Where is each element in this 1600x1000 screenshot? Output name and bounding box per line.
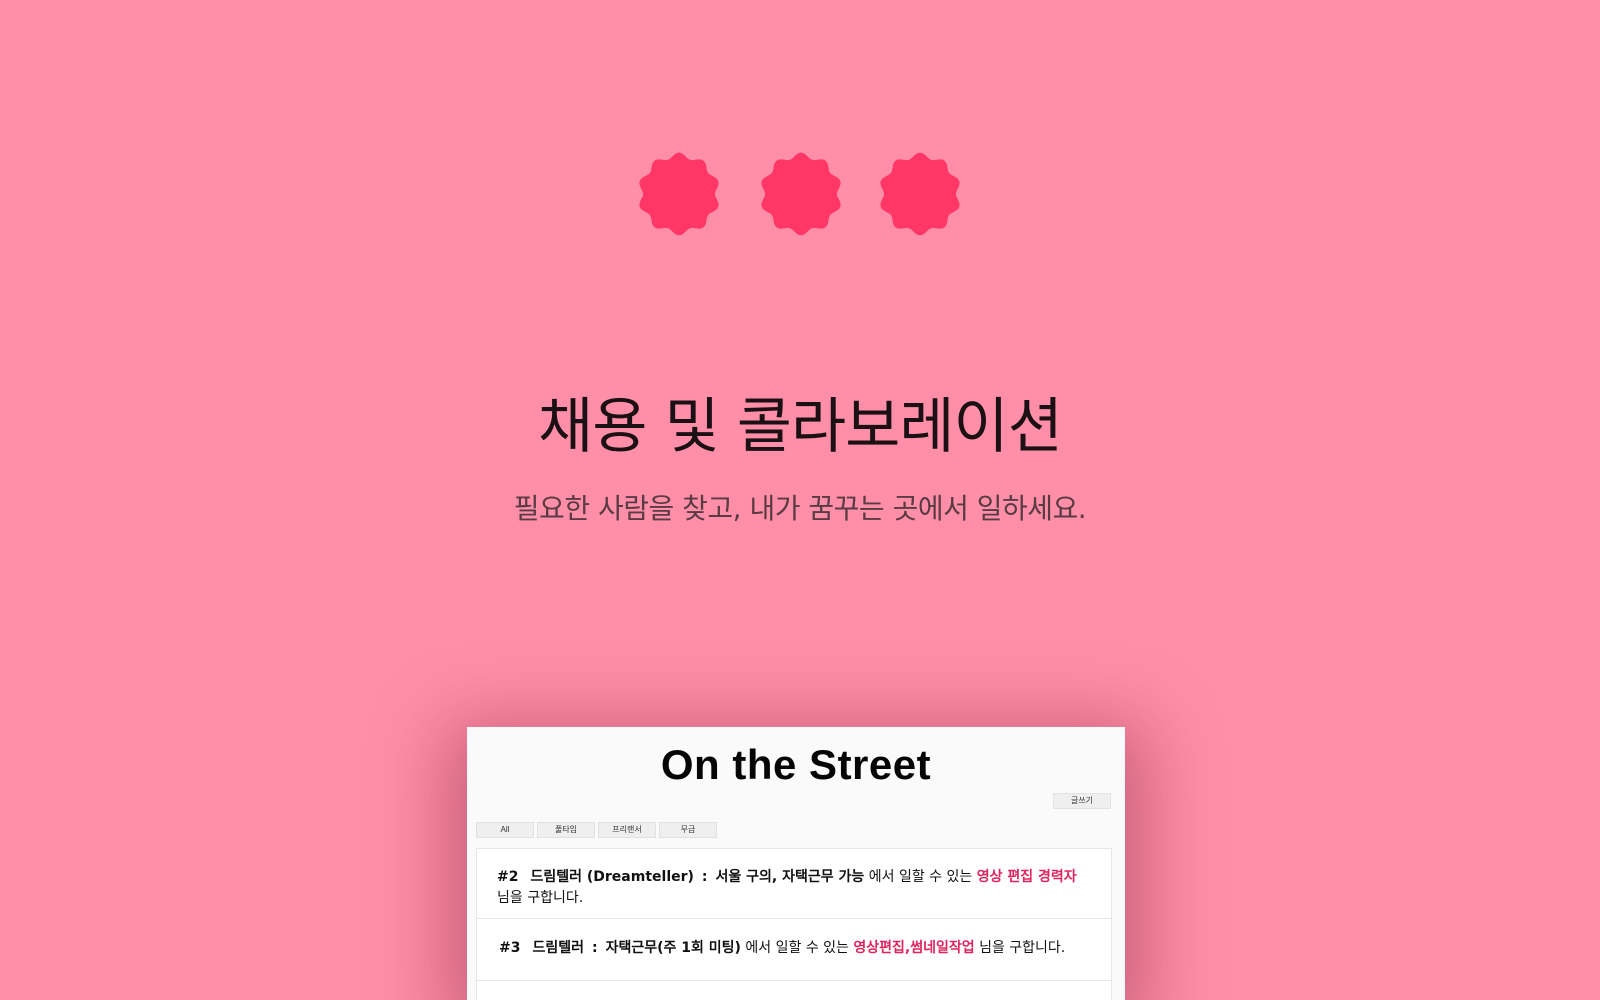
page: 채용 및 콜라보레이션 필요한 사람을 찾고, 내가 꿈꾸는 곳에서 일하세요.… <box>0 0 1600 1000</box>
post-ending-text: 님을 구합니다. <box>497 890 584 906</box>
post-middle-text: 에서 일할 수 있는 <box>740 940 854 956</box>
post-role: 영상편집,썸네일작업 <box>853 940 975 956</box>
filter-tab-all[interactable]: All <box>476 822 534 838</box>
scalloped-badge-icon <box>759 152 843 236</box>
post-location: 자택근무(주 1회 미팅) <box>605 940 741 956</box>
filter-tab-fulltime[interactable]: 풀타임 <box>537 822 595 838</box>
post-middle-text: 에서 일할 수 있는 <box>864 869 977 885</box>
badge-row <box>0 152 1600 236</box>
page-subtitle: 필요한 사람을 찾고, 내가 꿈꾸는 곳에서 일하세요. <box>513 492 1087 525</box>
job-post-item[interactable]: #3 드림텔러: 자택근무(주 1회 미팅) 에서 일할 수 있는 영상편집,썸네일… <box>477 919 1111 981</box>
job-post-item[interactable]: #2 드림텔러 (Dreamteller): 서울 구의, 자택근무 가능 에서 일… <box>477 849 1111 919</box>
post-separator: : <box>701 869 708 885</box>
page-title: 채용 및 콜라보레이션 <box>538 392 1063 462</box>
post-number: #2 <box>497 869 519 885</box>
job-post-list: #2 드림텔러 (Dreamteller): 서울 구의, 자택근무 가능 에서 일… <box>476 848 1112 1000</box>
scalloped-badge-icon <box>637 152 721 236</box>
post-number: #3 <box>499 940 521 956</box>
filter-tab-unpaid[interactable]: 무급 <box>659 822 717 838</box>
job-board-preview: On the Street 글쓰기 All 풀타임 프리랜서 무급 #2 드림텔러… <box>467 727 1125 1000</box>
write-post-button[interactable]: 글쓰기 <box>1053 793 1111 809</box>
brand-logo-text: On the Street <box>660 741 932 788</box>
post-separator: : <box>592 940 598 956</box>
post-role: 영상 편집 경력자 <box>976 869 1077 885</box>
post-ending-text: 님을 구합니다. <box>974 940 1066 956</box>
scalloped-badge-icon <box>878 152 962 236</box>
filter-tab-freelancer[interactable]: 프리랜서 <box>598 822 656 838</box>
post-location: 서울 구의, 자택근무 가능 <box>715 869 865 885</box>
filter-tabs: All 풀타임 프리랜서 무급 <box>476 822 717 838</box>
post-company: 드림텔러 <box>532 940 585 956</box>
post-company: 드림텔러 (Dreamteller) <box>530 869 694 885</box>
